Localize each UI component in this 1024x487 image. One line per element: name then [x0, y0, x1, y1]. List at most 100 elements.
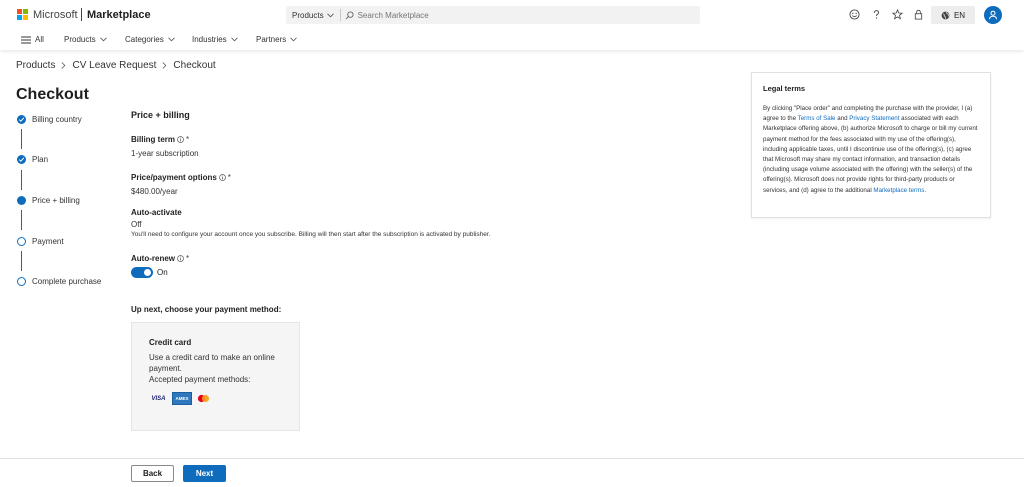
help-icon[interactable]	[870, 8, 883, 21]
step-payment: Payment	[17, 237, 64, 246]
step-label: Billing country	[32, 115, 82, 124]
step-connector	[21, 251, 22, 271]
chevron-right-icon	[162, 62, 167, 69]
search-bar: Products	[286, 6, 700, 24]
nav-products[interactable]: Products	[64, 35, 107, 44]
step-complete-purchase: Complete purchase	[17, 277, 101, 286]
toggle-knob	[144, 269, 151, 276]
auto-activate-value: Off	[131, 220, 142, 229]
visa-label: VISA	[151, 395, 166, 402]
card-description: Use a credit card to make an online paym…	[149, 352, 289, 385]
auto-renew-state: On	[157, 268, 168, 277]
chevron-right-icon	[61, 62, 66, 69]
billing-term-label: Billing term *	[131, 135, 189, 144]
step-label: Price + billing	[32, 196, 80, 205]
terms-of-sale-link[interactable]: Terms of Sale	[798, 115, 836, 122]
mastercard-icon	[195, 392, 212, 405]
info-icon[interactable]	[177, 255, 184, 262]
language-selector[interactable]: EN	[931, 6, 975, 24]
step-plan[interactable]: Plan	[17, 155, 48, 164]
check-icon	[17, 115, 26, 124]
card-description-text: Use a credit card to make an online paym…	[149, 353, 275, 373]
accepted-methods-text: Accepted payment methods:	[149, 375, 251, 384]
breadcrumb-products[interactable]: Products	[16, 60, 55, 71]
amex-icon: AMEX	[172, 392, 192, 405]
search-icon	[345, 10, 354, 19]
current-step-icon	[17, 196, 26, 205]
globe-icon	[941, 11, 950, 19]
nav-industries-label: Industries	[192, 35, 227, 44]
chevron-down-icon	[326, 12, 334, 17]
price-options-label: Price/payment options *	[131, 173, 231, 182]
info-icon[interactable]	[177, 136, 184, 143]
search-input[interactable]	[357, 10, 658, 20]
info-icon[interactable]	[219, 174, 226, 181]
privacy-statement-link[interactable]: Privacy Statement	[849, 115, 899, 122]
legal-text-part: associated with each Marketplace offerin…	[763, 115, 978, 194]
chevron-down-icon	[290, 37, 298, 42]
nav-categories[interactable]: Categories	[125, 35, 175, 44]
top-bar: Microsoft Marketplace Products EN	[0, 0, 1024, 30]
nav-products-label: Products	[64, 35, 96, 44]
price-value: $480.00/year	[131, 187, 178, 196]
star-icon[interactable]	[891, 8, 904, 21]
product-name[interactable]: Marketplace	[87, 9, 151, 21]
required-mark: *	[186, 135, 190, 144]
card-title: Credit card	[149, 338, 192, 347]
auto-renew-label-text: Auto-renew	[131, 254, 175, 263]
chevron-down-icon	[99, 37, 107, 42]
step-billing-country[interactable]: Billing country	[17, 115, 82, 124]
step-label: Complete purchase	[32, 277, 102, 286]
lock-icon[interactable]	[912, 8, 925, 21]
marketplace-terms-link[interactable]: Marketplace terms	[873, 187, 924, 194]
hamburger-menu-icon	[21, 36, 31, 43]
nav-partners[interactable]: Partners	[256, 35, 298, 44]
nav-partners-label: Partners	[256, 35, 287, 44]
billing-term-label-text: Billing term	[131, 135, 176, 144]
nav-bar: All Products Categories Industries Partn…	[0, 30, 1024, 50]
search-scope-dropdown[interactable]: Products	[286, 11, 334, 20]
smiley-feedback-icon[interactable]	[848, 8, 861, 21]
search-scope-label: Products	[292, 10, 324, 20]
amex-label: AMEX	[175, 396, 189, 401]
pending-step-icon	[17, 277, 26, 286]
breadcrumb-product-name[interactable]: CV Leave Request	[72, 60, 156, 71]
auto-renew-label: Auto-renew *	[131, 254, 189, 263]
step-price-billing: Price + billing	[17, 196, 80, 205]
required-mark: *	[186, 254, 190, 263]
pending-step-icon	[17, 237, 26, 246]
legal-terms-panel: Legal terms By clicking "Place order" an…	[751, 72, 991, 218]
auto-activate-label-text: Auto-activate	[131, 208, 182, 217]
footer-bar: Back Next	[0, 458, 1024, 487]
page-title: Checkout	[16, 86, 89, 103]
nav-industries[interactable]: Industries	[192, 35, 238, 44]
required-mark: *	[227, 173, 231, 182]
legal-text: By clicking "Place order" and completing…	[763, 104, 979, 196]
up-next-text: Up next, choose your payment method:	[131, 305, 282, 314]
visa-icon: VISA	[149, 392, 168, 405]
legal-title: Legal terms	[763, 84, 806, 93]
auto-activate-note: You'll need to configure your account on…	[131, 231, 491, 238]
search-divider	[339, 9, 341, 21]
legal-text-part: .	[924, 186, 927, 194]
avatar[interactable]	[984, 6, 1002, 24]
step-connector	[21, 170, 22, 190]
chevron-down-icon	[230, 37, 238, 42]
breadcrumb-checkout: Checkout	[173, 60, 216, 71]
nav-all[interactable]: All	[21, 35, 44, 44]
billing-term-value: 1-year subscription	[131, 149, 199, 158]
step-label: Plan	[32, 155, 49, 164]
breadcrumb: Products CV Leave Request Checkout	[16, 60, 216, 71]
language-label: EN	[953, 10, 966, 20]
credit-card-option[interactable]: Credit card Use a credit card to make an…	[131, 322, 300, 431]
step-label: Payment	[32, 237, 64, 246]
user-icon	[989, 10, 997, 20]
legal-text-part: and	[835, 115, 850, 123]
price-options-label-text: Price/payment options	[131, 173, 217, 182]
back-button[interactable]: Back	[131, 465, 174, 482]
microsoft-logo-icon[interactable]	[17, 9, 28, 20]
auto-renew-toggle[interactable]	[131, 267, 153, 278]
next-button[interactable]: Next	[183, 465, 226, 482]
brand-name[interactable]: Microsoft	[33, 9, 78, 21]
step-connector	[21, 129, 22, 149]
